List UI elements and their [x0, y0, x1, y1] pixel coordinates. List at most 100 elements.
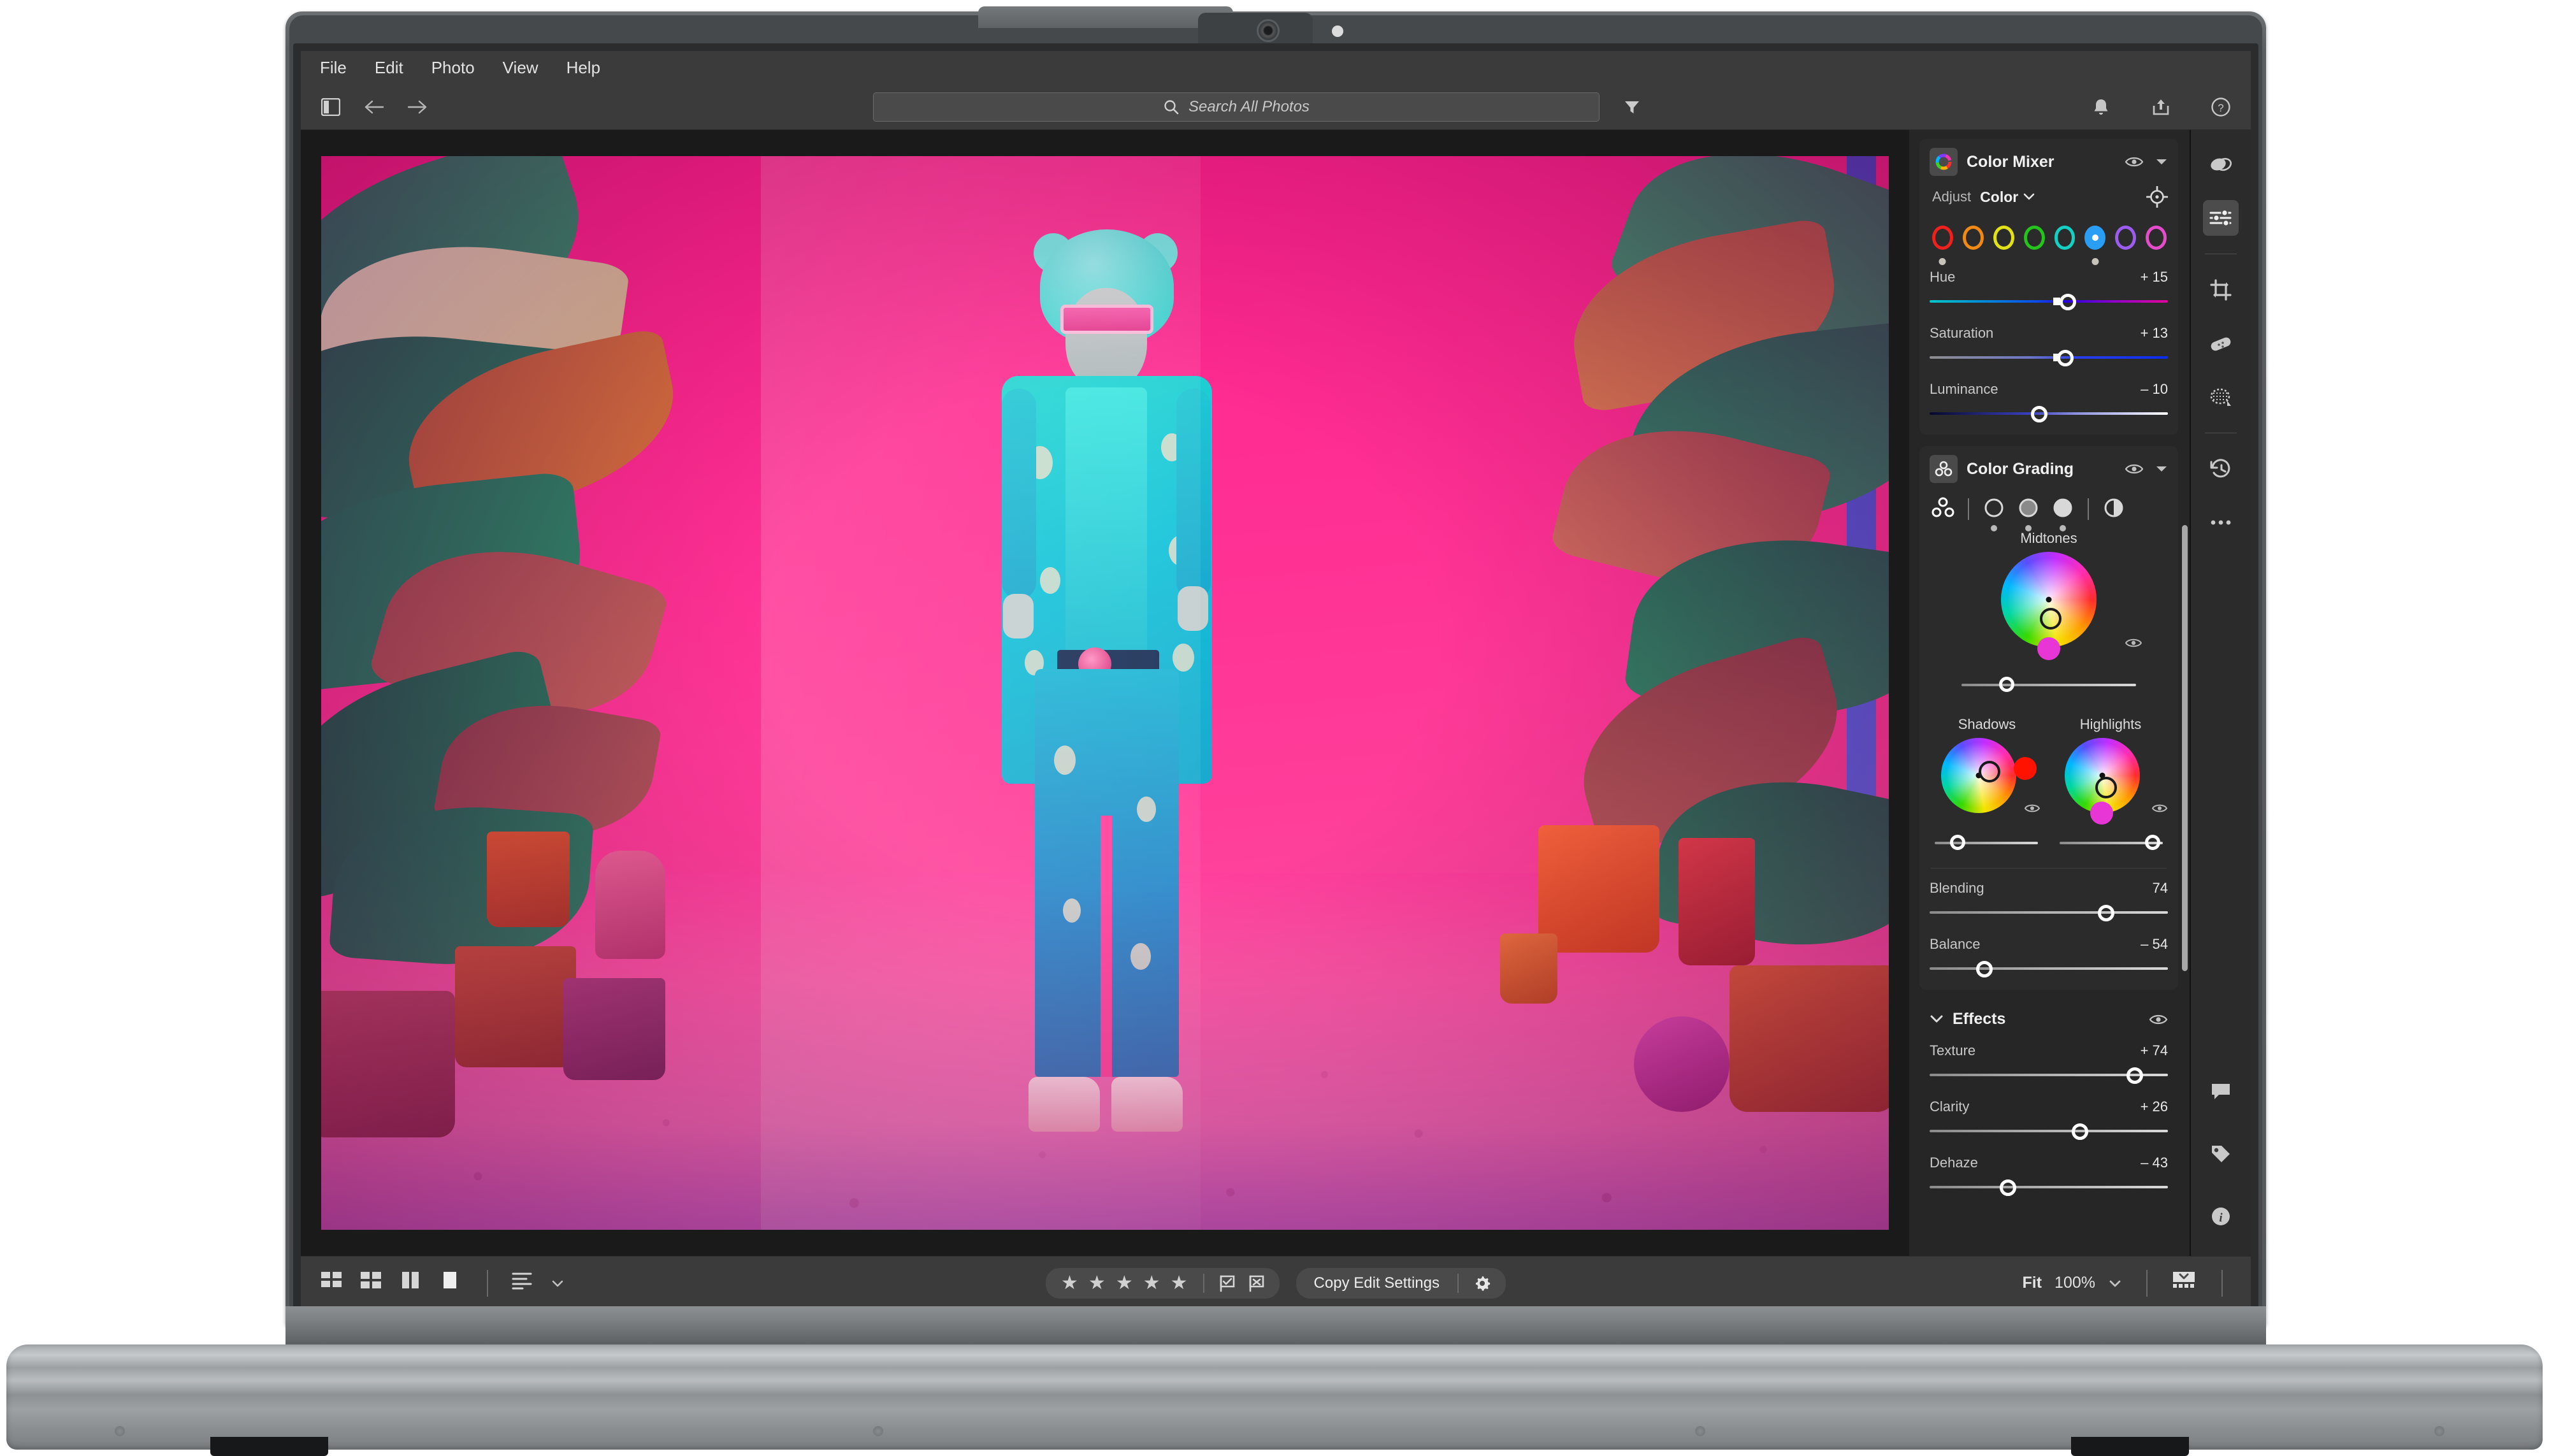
eye-icon[interactable] [2125, 637, 2142, 649]
star-3[interactable]: ★ [1116, 1272, 1133, 1294]
saturation-track[interactable] [1930, 348, 2168, 367]
flag-pick-icon[interactable] [1218, 1274, 1236, 1292]
shadows-mode-button[interactable] [1982, 497, 2006, 531]
menu-view[interactable]: View [502, 55, 540, 80]
menu-edit[interactable]: Edit [373, 55, 405, 80]
blending-knob[interactable] [2097, 905, 2114, 921]
highlights-luminance-track[interactable] [2060, 835, 2163, 851]
share-upload-icon[interactable] [2148, 94, 2174, 120]
eye-icon[interactable] [2024, 803, 2040, 814]
zoom-fit-label[interactable]: Fit [2023, 1274, 2042, 1292]
midtones-wheel-marker[interactable] [2040, 608, 2062, 630]
hue-knob[interactable] [2059, 294, 2076, 310]
adjust-mode-dropdown[interactable]: Color [1980, 189, 2035, 206]
star-1[interactable]: ★ [1061, 1272, 1078, 1294]
star-2[interactable]: ★ [1088, 1272, 1106, 1294]
chevron-down-icon[interactable] [2155, 465, 2168, 473]
highlights-mode-button[interactable] [2051, 497, 2075, 531]
shadows-luminance-track[interactable] [1935, 835, 2038, 851]
swatch-blue[interactable] [2084, 226, 2106, 265]
color-mixer-header[interactable]: Color Mixer [1930, 148, 2168, 176]
chevron-down-icon[interactable] [1930, 1014, 1944, 1024]
blending-track[interactable] [1930, 903, 2168, 922]
chevron-down-icon[interactable] [2155, 157, 2168, 166]
midtones-luminance-track[interactable] [1961, 677, 2136, 693]
effects-header[interactable]: Effects [1930, 1010, 2168, 1028]
shadows-hue-dot[interactable] [2014, 757, 2037, 780]
menu-help[interactable]: Help [565, 55, 602, 80]
help-circle-icon[interactable]: ? [2207, 94, 2234, 120]
dehaze-knob[interactable] [2000, 1179, 2017, 1196]
shadows-luminance-knob[interactable] [1949, 835, 1965, 850]
single-photo-view-icon[interactable] [438, 1271, 464, 1296]
sort-chevron-down-icon[interactable] [551, 1279, 565, 1288]
gear-icon[interactable] [1459, 1274, 1506, 1293]
info-icon[interactable]: i [2203, 1199, 2239, 1234]
shadows-wheel-marker[interactable] [1978, 761, 2000, 783]
star-4[interactable]: ★ [1143, 1272, 1160, 1294]
clarity-track[interactable] [1930, 1121, 2168, 1141]
swatch-magenta[interactable] [2146, 226, 2167, 250]
swatch-aqua[interactable] [2054, 226, 2076, 250]
swatch-green[interactable] [2023, 226, 2045, 250]
balance-track[interactable] [1930, 959, 2168, 978]
swatch-purple[interactable] [2115, 226, 2137, 250]
sidebar-panel-icon[interactable] [317, 94, 344, 120]
healing-brush-icon[interactable] [2203, 326, 2239, 361]
zoom-control[interactable]: Fit 100% [2023, 1274, 2123, 1292]
flag-reject-icon[interactable] [1248, 1274, 1266, 1292]
eye-icon[interactable] [2125, 155, 2144, 168]
crop-rotate-icon[interactable] [2203, 272, 2239, 308]
dehaze-track[interactable] [1930, 1178, 2168, 1197]
bell-icon[interactable] [2088, 94, 2114, 120]
global-mode-button[interactable] [2102, 497, 2126, 521]
target-adjust-icon[interactable] [2146, 186, 2168, 208]
filmstrip-toggle-icon[interactable] [2172, 1271, 2197, 1296]
eye-icon[interactable] [2151, 803, 2168, 814]
texture-knob[interactable] [2126, 1067, 2143, 1084]
menu-file[interactable]: File [319, 55, 348, 80]
menu-photo[interactable]: Photo [430, 55, 476, 80]
midtones-hue-dot[interactable] [2037, 637, 2060, 660]
arrow-right-icon[interactable] [404, 94, 431, 120]
clarity-knob[interactable] [2071, 1123, 2088, 1140]
star-5[interactable]: ★ [1171, 1272, 1188, 1294]
arrow-left-icon[interactable] [361, 94, 387, 120]
luminance-knob[interactable] [2031, 406, 2048, 422]
grid-view-icon[interactable] [320, 1271, 345, 1296]
highlights-hue-dot[interactable] [2090, 802, 2113, 825]
hue-track[interactable] [1930, 292, 2168, 311]
filter-funnel-icon[interactable] [1619, 94, 1645, 120]
saturation-knob[interactable] [2057, 350, 2074, 366]
color-grading-header[interactable]: Color Grading [1930, 455, 2168, 483]
compact-grid-view-icon[interactable] [359, 1271, 385, 1296]
balance-knob[interactable] [1976, 961, 1993, 977]
photo-canvas[interactable] [301, 130, 1909, 1256]
shadows-color-wheel[interactable] [1941, 738, 2016, 813]
edit-sliders-icon[interactable] [2203, 200, 2239, 236]
copy-edit-settings-button[interactable]: Copy Edit Settings [1296, 1274, 1457, 1292]
highlights-wheel-marker[interactable] [2095, 776, 2117, 798]
swatch-orange[interactable] [1962, 226, 1984, 250]
eye-icon[interactable] [2149, 1013, 2168, 1026]
all-wheels-mode-button[interactable] [1931, 497, 1955, 521]
star-rating[interactable]: ★ ★ ★ ★ ★ [1046, 1272, 1203, 1294]
panels-scrollbar[interactable] [2182, 525, 2188, 971]
history-icon[interactable] [2203, 451, 2239, 487]
presets-icon[interactable] [2203, 147, 2239, 182]
midtones-luminance-knob[interactable] [1999, 677, 2015, 692]
search-input[interactable]: Search All Photos [873, 92, 1599, 122]
swatch-yellow[interactable] [1993, 226, 2014, 250]
midtones-mode-button[interactable] [2016, 497, 2040, 531]
comment-icon[interactable] [2203, 1074, 2239, 1109]
tag-icon[interactable] [2203, 1136, 2239, 1172]
texture-track[interactable] [1930, 1065, 2168, 1085]
eye-icon[interactable] [2125, 463, 2144, 475]
masking-icon[interactable] [2203, 379, 2239, 415]
more-options-icon[interactable] [2203, 505, 2239, 540]
highlights-luminance-knob[interactable] [2144, 835, 2160, 850]
luminance-track[interactable] [1930, 404, 2168, 423]
swatch-red[interactable] [1932, 226, 1953, 265]
sort-icon[interactable] [511, 1271, 537, 1296]
zoom-chevron-down-icon[interactable] [2108, 1279, 2122, 1288]
